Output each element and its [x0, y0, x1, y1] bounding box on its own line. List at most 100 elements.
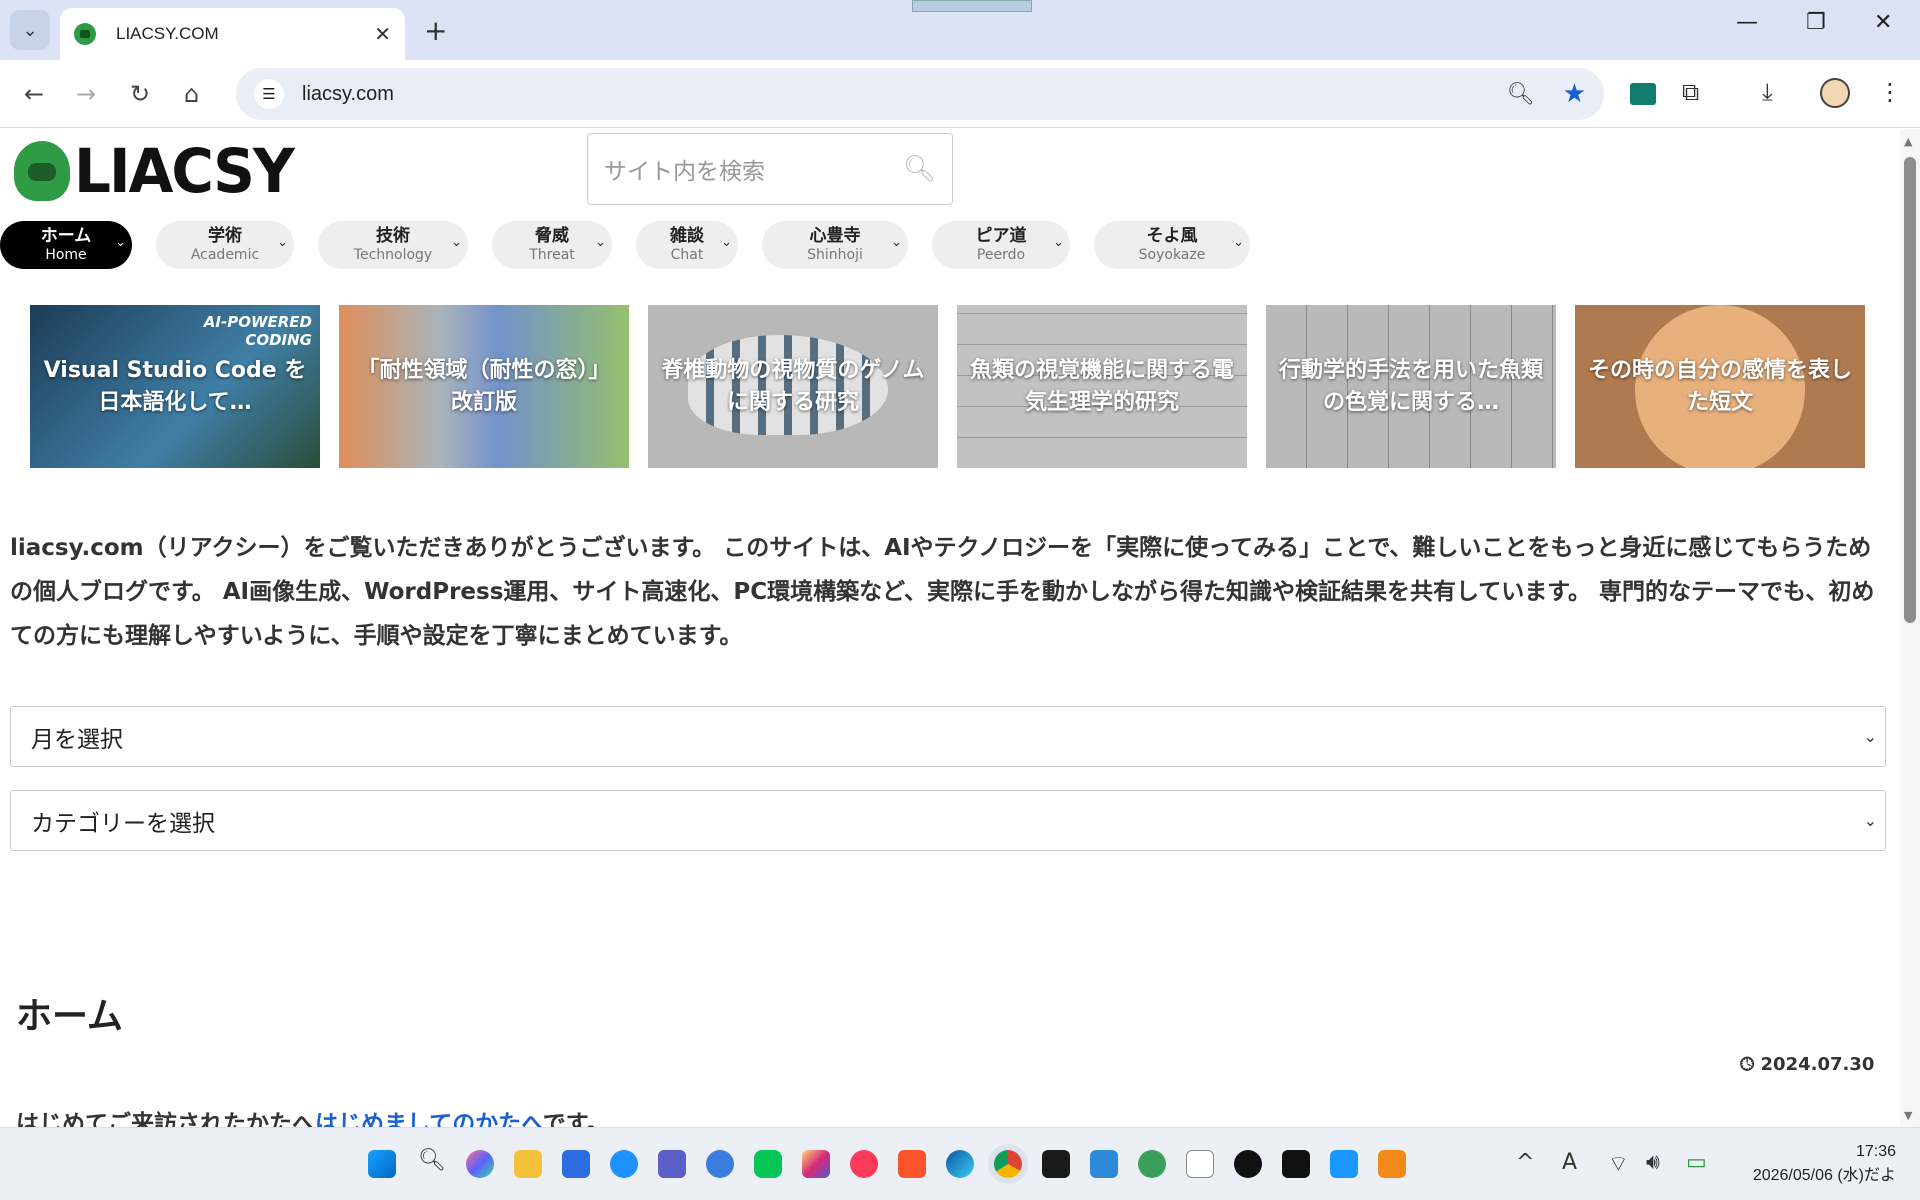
chevron-down-icon: ⌄	[595, 235, 606, 250]
welcome-link[interactable]: はじめましてのかたへ	[315, 1111, 543, 1127]
scroll-up-icon[interactable]: ▲	[1904, 135, 1912, 148]
extension-icon[interactable]	[1630, 83, 1656, 105]
category-select[interactable]: カテゴリーを選択 ⌄	[10, 790, 1886, 851]
nav-label-jp: 脅威	[535, 226, 569, 246]
nav-label-en: Chat	[670, 247, 704, 263]
nav-label-jp: ピア道	[975, 226, 1027, 246]
tab-title: LIACSY.COM	[116, 24, 219, 43]
media-player-icon[interactable]	[1234, 1150, 1262, 1178]
onedrive-icon[interactable]	[610, 1150, 638, 1178]
music-icon[interactable]	[850, 1150, 878, 1178]
window-drag-handle[interactable]	[912, 0, 1032, 12]
copilot-icon[interactable]	[466, 1150, 494, 1178]
restore-icon[interactable]: ❐	[1806, 10, 1826, 35]
search-input[interactable]: サイト内を検索	[604, 152, 903, 186]
nav-item-peerdo[interactable]: ピア道 Peerdo ⌄	[932, 221, 1070, 269]
scroll-down-icon[interactable]: ▼	[1904, 1109, 1912, 1122]
featured-card[interactable]: 魚類の視覚機能に関する電気生理学的研究	[957, 305, 1247, 468]
terminal-icon[interactable]	[1042, 1150, 1070, 1178]
featured-card[interactable]: AI-POWERED CODING Visual Studio Code を日本…	[30, 305, 320, 468]
minimize-icon[interactable]: —	[1736, 10, 1758, 35]
nav-item-technology[interactable]: 技術 Technology ⌄	[318, 221, 468, 269]
new-tab-button[interactable]: +	[424, 14, 447, 47]
teams-icon[interactable]	[658, 1150, 686, 1178]
clock-icon: 🕓︎	[1740, 1054, 1755, 1075]
download-icon[interactable]: ⤓	[1762, 78, 1773, 106]
prime-video-icon[interactable]	[1330, 1150, 1358, 1178]
brave-icon[interactable]	[898, 1150, 926, 1178]
browser-toolbar: ← → ↻ ⌂ ☰ liacsy.com 🔍︎ ★ ⧉ ⤓ ⋮	[0, 60, 1920, 128]
search-icon[interactable]: 🔍︎	[903, 154, 936, 184]
nav-item-threat[interactable]: 脅威 Threat ⌄	[492, 221, 612, 269]
zoom-icon[interactable]: 🔍︎	[1507, 82, 1535, 107]
instagram-icon[interactable]	[802, 1150, 830, 1178]
card-title: 魚類の視覚機能に関する電気生理学的研究	[969, 357, 1234, 415]
category-select-value: カテゴリーを選択	[31, 810, 215, 837]
chrome-icon[interactable]	[994, 1150, 1022, 1178]
home-icon[interactable]: ⌂	[184, 80, 199, 108]
back-icon[interactable]: ←	[24, 80, 44, 108]
welcome-prefix: はじめてご来訪されたかたへ	[16, 1111, 315, 1127]
card-title: Visual Studio Code を日本語化して…	[43, 357, 307, 415]
featured-card[interactable]: 「耐性領域（耐性の窓）」改訂版	[339, 305, 629, 468]
reload-icon[interactable]: ↻	[130, 80, 150, 108]
chevron-down-icon: ⌄	[1863, 727, 1877, 746]
chevron-up-icon[interactable]: ^	[1516, 1150, 1534, 1175]
close-window-icon[interactable]: ✕	[1874, 10, 1892, 35]
notepad-icon[interactable]	[1090, 1150, 1118, 1178]
site-search-box[interactable]: サイト内を検索 🔍︎	[587, 133, 953, 205]
card-title: 脊椎動物の視物質のゲノムに関する研究	[661, 357, 925, 415]
globe-app-icon[interactable]	[1138, 1150, 1166, 1178]
bookmark-star-icon[interactable]: ★	[1563, 79, 1586, 109]
chevron-down-icon: ⌄	[1233, 235, 1244, 250]
chevron-down-icon: ⌄	[451, 235, 462, 250]
nav-item-shinhoji[interactable]: 心豊寺 Shinhoji ⌄	[762, 221, 908, 269]
wifi-icon[interactable]: ⌔	[1608, 1150, 1629, 1178]
system-clock[interactable]: 17:36 2026/05/06 (水)だよ	[1753, 1140, 1896, 1188]
site-info-icon[interactable]: ☰	[254, 79, 284, 109]
nav-label-en: Soyokaze	[1138, 247, 1206, 263]
search-icon[interactable]: 🔍︎	[418, 1148, 446, 1173]
play-app-icon[interactable]	[1282, 1150, 1310, 1178]
file-explorer-icon[interactable]	[514, 1150, 542, 1178]
edge-icon[interactable]	[946, 1150, 974, 1178]
app-icon[interactable]	[706, 1150, 734, 1178]
profile-avatar[interactable]	[1820, 78, 1850, 108]
featured-card[interactable]: 行動学的手法を用いた魚類の色覚に関する…	[1266, 305, 1556, 468]
ime-icon[interactable]: A	[1562, 1150, 1577, 1175]
router-app-icon[interactable]	[1378, 1150, 1406, 1178]
card-title: 行動学的手法を用いた魚類の色覚に関する…	[1278, 357, 1543, 415]
volume-icon[interactable]: 🔊︎	[1646, 1150, 1660, 1175]
nav-label-jp: ホーム	[40, 226, 92, 246]
scrollbar-thumb[interactable]	[1904, 157, 1916, 623]
extensions-puzzle-icon[interactable]: ⧉	[1682, 78, 1699, 106]
chevron-down-icon: ⌄	[277, 235, 288, 250]
featured-card[interactable]: その時の自分の感情を表した短文	[1575, 305, 1865, 468]
battery-icon[interactable]: ▭	[1686, 1150, 1707, 1175]
nav-item-academic[interactable]: 学術 Academic ⌄	[156, 221, 294, 269]
nav-item-chat[interactable]: 雑談 Chat ⌄	[636, 221, 738, 269]
featured-card[interactable]: 脊椎動物の視物質のゲノムに関する研究	[648, 305, 938, 468]
start-icon[interactable]	[368, 1150, 396, 1178]
forward-icon[interactable]: →	[76, 80, 96, 108]
nav-item-home[interactable]: ホーム Home ⌄	[0, 221, 132, 269]
browser-tab[interactable]: LIACSY.COM ✕	[60, 8, 405, 60]
tab-search-button[interactable]: ⌄	[10, 10, 50, 50]
document-icon[interactable]	[1186, 1150, 1214, 1178]
site-logo[interactable]: LIACSY	[14, 135, 295, 207]
nav-item-soyokaze[interactable]: そよ風 Soyokaze ⌄	[1094, 221, 1250, 269]
close-tab-icon[interactable]: ✕	[374, 22, 391, 46]
chevron-down-icon: ⌄	[22, 19, 38, 41]
site-favicon-icon	[74, 23, 96, 45]
page-scrollbar[interactable]: ▲ ▼	[1900, 129, 1920, 1127]
monstera-leaf-logo-icon	[14, 141, 70, 201]
chevron-down-icon: ⌄	[115, 235, 126, 250]
url-text[interactable]: liacsy.com	[302, 83, 1507, 106]
nav-label-en: Shinhoji	[807, 247, 863, 263]
card-badge: AI-POWERED CODING	[203, 313, 312, 349]
month-select[interactable]: 月を選択 ⌄	[10, 706, 1886, 767]
menu-kebab-icon[interactable]: ⋮	[1878, 78, 1902, 106]
line-icon[interactable]	[754, 1150, 782, 1178]
store-icon[interactable]	[562, 1150, 590, 1178]
address-bar[interactable]: ☰ liacsy.com 🔍︎ ★	[236, 68, 1604, 120]
